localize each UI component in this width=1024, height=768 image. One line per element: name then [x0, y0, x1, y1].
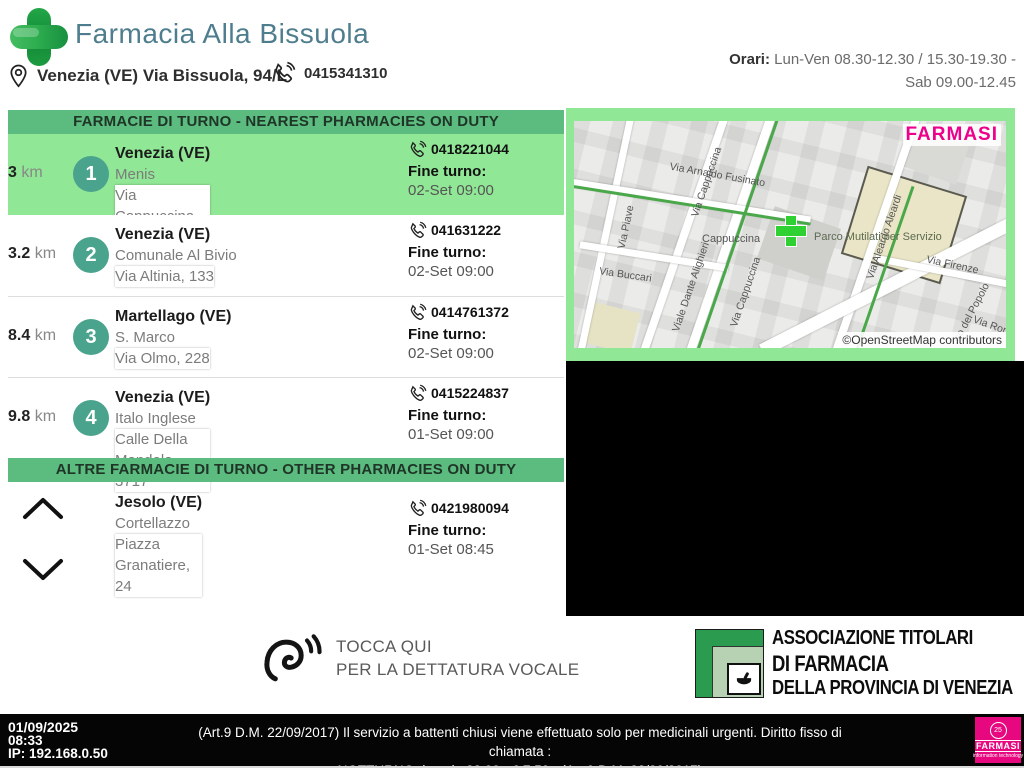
header-phone-number: 0415341310 [304, 64, 388, 82]
rank-badge: 1 [73, 156, 109, 192]
pharmacy-name: S. Marco [115, 329, 176, 346]
farmasi-badge: 25 [989, 721, 1007, 739]
pharmacy-row-4[interactable]: 9.8 km 4 Venezia (VE) Italo Inglese Call… [8, 377, 564, 492]
fine-turno-time: 01-Set 08:45 [408, 541, 494, 558]
farmasi-watermark: FARMASI [902, 124, 1001, 146]
opening-hours: Orari: Lun-Ven 08.30-12.30 / 15.30-19.30… [729, 51, 1016, 91]
distance: 9.8 km [8, 408, 57, 425]
pharmacy-city: Venezia (VE) [115, 145, 211, 162]
distance: 8.4 km [8, 327, 57, 344]
park-label: Parco Mutilati per Servizio [814, 231, 942, 243]
pharmacy-city: Jesolo (VE) [115, 494, 203, 511]
pharmacy-phone-number: 0414761372 [431, 304, 509, 320]
phone-icon [410, 221, 427, 238]
footer-bar: 01/09/2025 08:33 IP: 192.168.0.50 (Art.9… [0, 714, 1024, 768]
pharmacy-phone-number: 0421980094 [431, 500, 509, 516]
rank-badge: 3 [73, 319, 109, 355]
phone-icon [410, 303, 427, 320]
pharmacy-name: Comunale Al Bivio [115, 247, 237, 264]
pharmacy-phone: 0415341310 [272, 61, 387, 85]
pharmacy-city: Venezia (VE) [115, 389, 211, 406]
distance: 3.2 km [8, 245, 57, 262]
map-attribution: ©OpenStreetMap contributors [838, 332, 1006, 348]
nearest-pharmacies-banner: FARMACIE DI TURNO - NEAREST PHARMACIES O… [8, 110, 564, 134]
chevron-up-icon[interactable] [20, 494, 72, 524]
fine-turno-time: 02-Set 09:00 [408, 182, 494, 199]
video-panel [566, 361, 1024, 616]
street-label: Via Piave [615, 204, 637, 250]
association-line1: ASSOCIAZIONE TITOLARI [772, 627, 973, 649]
fine-turno-label: Fine turno: [408, 522, 487, 539]
pharmacy-street: Via Olmo, 228 [115, 348, 210, 369]
voice-dictation-button[interactable]: TOCCA QUI PER LA DETTATURA VOCALE [262, 632, 579, 684]
voice-line1: TOCCA QUI [336, 637, 432, 656]
association-logo: ASSOCIAZIONE TITOLARI DI FARMACIA DELLA … [695, 626, 1024, 701]
other-pharmacies-banner: ALTRE FARMACIE DI TURNO - OTHER PHARMACI… [8, 458, 564, 482]
page-title: Farmacia Alla Bissuola [75, 18, 370, 49]
mortar-icon [736, 672, 752, 685]
pharmacy-address: Venezia (VE) Via Bissuola, 94/L [8, 63, 287, 89]
address-text: Venezia (VE) Via Bissuola, 94/L [37, 66, 288, 85]
phone-icon [410, 384, 427, 401]
kiosk-screen: Farmacia Alla Bissuola Venezia (VE) Via … [0, 0, 1024, 768]
footer-notice-line1: (Art.9 D.M. 22/09/2017) Il servizio a ba… [198, 725, 842, 759]
phone-icon [275, 61, 296, 83]
association-emblem-icon [695, 629, 764, 698]
fine-turno-time: 02-Set 09:00 [408, 263, 494, 280]
fine-turno-time: 01-Set 09:00 [408, 426, 494, 443]
association-line3: DELLA PROVINCIA DI VENEZIA [772, 677, 1013, 699]
fine-turno-label: Fine turno: [408, 407, 487, 424]
footer-ip: IP: 192.168.0.50 [8, 746, 108, 761]
pharmacy-name: Italo Inglese [115, 410, 196, 427]
pharmacy-row-2[interactable]: 3.2 km 2 Venezia (VE) Comunale Al Bivio … [8, 215, 564, 296]
pharmacy-row-1[interactable]: 3 km 1 Venezia (VE) Menis Via Cappuccina… [8, 134, 564, 248]
street-label: Via Buccari [598, 265, 653, 285]
farmasi-logo: 25 FARMASI information technology [973, 717, 1023, 763]
association-line2: DI FARMACIA [772, 651, 889, 676]
phone-icon [410, 499, 427, 516]
other-pharmacy-row[interactable]: Jesolo (VE) Cortellazzo Piazza Granatier… [8, 482, 564, 617]
fine-turno-label: Fine turno: [408, 326, 487, 343]
voice-line2: PER LA DETTATURA VOCALE [336, 660, 580, 679]
pharmacy-phone-number: 041631222 [431, 222, 502, 238]
ear-icon [264, 634, 322, 682]
chevron-down-icon[interactable] [20, 556, 72, 586]
area-label: Cappuccina [702, 233, 761, 245]
street-label: Via Cappuccina [728, 255, 764, 329]
fine-turno-label: Fine turno: [408, 163, 487, 180]
fine-turno-time: 02-Set 09:00 [408, 345, 494, 362]
pharmacy-phone-number: 0415224837 [431, 385, 509, 401]
rank-badge: 2 [73, 237, 109, 273]
pharmacy-name: Cortellazzo [115, 515, 191, 532]
pharmacy-marker-icon [776, 216, 806, 246]
pharmacy-street: Piazza Granatiere, 24 [115, 534, 203, 597]
orari-label: Orari: [729, 51, 770, 68]
fine-turno-label: Fine turno: [408, 244, 487, 261]
map-panel: Via Piave Via Arnaldo Fusinato Via Cappu… [566, 108, 1015, 361]
phone-icon [410, 140, 427, 157]
distance: 3 km [8, 164, 43, 181]
pharmacy-cross-icon [10, 8, 68, 66]
map[interactable]: Via Piave Via Arnaldo Fusinato Via Cappu… [574, 121, 1006, 348]
pharmacy-row-3[interactable]: 8.4 km 3 Martellago (VE) S. Marco Via Ol… [8, 296, 564, 378]
pharmacy-city: Venezia (VE) [115, 226, 211, 243]
pharmacy-city: Martellago (VE) [115, 308, 232, 325]
pharmacy-phone-number: 0418221044 [431, 141, 509, 157]
pharmacy-name: Menis [115, 166, 156, 183]
pharmacy-street: Via Altinia, 133 [115, 266, 214, 287]
location-pin-icon [10, 64, 27, 88]
rank-badge: 4 [73, 400, 109, 436]
